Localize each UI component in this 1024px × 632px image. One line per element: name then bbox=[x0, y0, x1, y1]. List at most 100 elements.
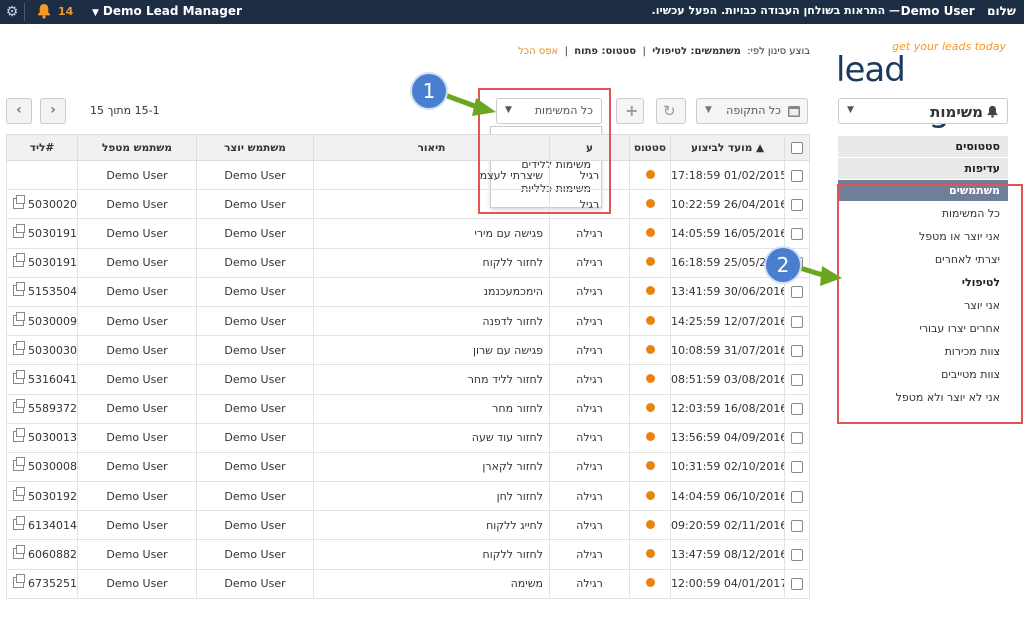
sidebar-item-all-tasks[interactable]: כל המשימות bbox=[838, 202, 1008, 225]
description-cell[interactable]: לחזור לחן bbox=[313, 481, 550, 512]
copy-icon[interactable] bbox=[13, 486, 25, 501]
copy-icon[interactable] bbox=[13, 340, 25, 355]
row-checkbox[interactable] bbox=[791, 198, 803, 211]
description-cell[interactable]: פגישה עם שרון bbox=[313, 335, 550, 366]
refresh-button[interactable]: ↻ bbox=[656, 98, 686, 124]
lead-cell[interactable]: 6060882 bbox=[6, 539, 78, 570]
column-header-due[interactable]: ▲ מועד לביצוע bbox=[670, 134, 785, 161]
bell-icon[interactable] bbox=[36, 3, 52, 19]
column-header-status[interactable]: סטטוס bbox=[629, 134, 671, 161]
gear-icon[interactable]: ⚙ bbox=[4, 4, 20, 20]
sidebar-section-users[interactable]: משתמשים bbox=[838, 180, 1008, 202]
description-cell[interactable]: לחזור לליד מחר bbox=[313, 364, 550, 395]
column-header-description[interactable]: תיאור bbox=[313, 134, 550, 161]
lead-cell[interactable]: 5316041 bbox=[6, 364, 78, 395]
row-checkbox[interactable] bbox=[791, 432, 803, 445]
copy-icon[interactable] bbox=[13, 457, 25, 472]
lead-cell[interactable]: 5030191 bbox=[6, 218, 78, 249]
row-checkbox[interactable] bbox=[791, 227, 803, 240]
row-checkbox[interactable] bbox=[791, 403, 803, 416]
lead-cell[interactable]: 5030191 bbox=[6, 247, 78, 278]
table-row[interactable]: 5030008 Demo User Demo User לחזור לקארן רגיל… bbox=[6, 451, 810, 483]
task-type-select[interactable]: ▼ כל המשימות bbox=[496, 98, 602, 124]
copy-icon[interactable] bbox=[13, 194, 25, 209]
description-cell[interactable]: משימה bbox=[313, 568, 550, 599]
sidebar-item-created-for-others[interactable]: יצרתי לאחרים bbox=[838, 248, 1008, 271]
lead-id[interactable]: 5030191 bbox=[28, 227, 77, 240]
row-checkbox[interactable] bbox=[791, 373, 803, 386]
copy-icon[interactable] bbox=[13, 428, 25, 443]
lead-cell[interactable]: 5030008 bbox=[6, 451, 78, 483]
sidebar-item-i-created[interactable]: אני יוצר bbox=[838, 294, 1008, 317]
lead-id[interactable]: 5030192 bbox=[28, 490, 77, 503]
prev-page-button[interactable]: ‹ bbox=[6, 98, 32, 124]
lead-id[interactable]: 5030008 bbox=[28, 460, 77, 473]
lead-cell[interactable]: 6735251 bbox=[6, 568, 78, 599]
row-checkbox[interactable] bbox=[791, 578, 803, 591]
column-header-handler[interactable]: משתמש מטפל bbox=[77, 134, 197, 161]
next-page-button[interactable]: › bbox=[40, 98, 66, 124]
table-row[interactable]: 5589372 Demo User Demo User לחזור מחר רגילה 1… bbox=[6, 393, 810, 424]
lead-id[interactable]: 5589372 bbox=[28, 402, 77, 415]
lead-id[interactable]: 6134014 bbox=[28, 519, 77, 532]
lead-id[interactable]: 5316041 bbox=[28, 373, 77, 386]
lead-cell[interactable]: 5030020 bbox=[6, 189, 78, 220]
table-row[interactable]: Demo User Demo User שיצרתי לעצמי רגיל 17:18:… bbox=[6, 159, 810, 191]
copy-icon[interactable] bbox=[13, 545, 25, 560]
copy-icon[interactable] bbox=[13, 369, 25, 384]
table-row[interactable]: 6060882 Demo User Demo User לחזור ללקוח רגיל… bbox=[6, 539, 810, 570]
add-task-button[interactable]: + bbox=[616, 98, 644, 124]
column-header-type[interactable]: ע bbox=[549, 134, 630, 161]
lead-id[interactable]: 5030030 bbox=[28, 344, 77, 357]
description-cell[interactable]: לחזור לקארן bbox=[313, 451, 550, 483]
column-header-lead[interactable]: #ליד bbox=[6, 134, 78, 161]
row-checkbox[interactable] bbox=[791, 169, 803, 182]
row-checkbox[interactable] bbox=[791, 549, 803, 562]
table-row[interactable]: 5030191 Demo User Demo User פגישה עם מירי רג… bbox=[6, 218, 810, 249]
copy-icon[interactable] bbox=[13, 515, 25, 530]
lead-cell[interactable]: 5153504 bbox=[6, 276, 78, 307]
description-cell[interactable]: לחזור מחר bbox=[313, 393, 550, 424]
table-row[interactable]: 6735251 Demo User Demo User משימה רגילה 12:00… bbox=[6, 568, 810, 599]
period-select[interactable]: ▼ כל התקופה bbox=[696, 98, 808, 124]
description-cell[interactable]: לחזור ללקוח bbox=[313, 539, 550, 570]
lead-id[interactable]: 5030009 bbox=[28, 315, 77, 328]
description-cell[interactable]: לחזור לדפנה bbox=[313, 305, 550, 337]
sidebar-section-priorities[interactable]: עדיפות bbox=[838, 158, 1008, 180]
lead-id[interactable]: 5030191 bbox=[28, 256, 77, 269]
lead-id[interactable]: 6735251 bbox=[28, 577, 77, 590]
lead-cell[interactable]: 5030009 bbox=[6, 305, 78, 337]
user-name[interactable]: Demo User bbox=[901, 4, 975, 18]
clear-filters-link[interactable]: אפס הכל bbox=[518, 46, 558, 57]
sidebar-item-my-handling[interactable]: לטיפולי bbox=[838, 271, 1008, 294]
table-row[interactable]: 5030013 Demo User Demo User לחזור עוד שעה רג… bbox=[6, 422, 810, 453]
sidebar-item-neither[interactable]: אני לא יוצר ולא מטפל bbox=[838, 386, 1008, 409]
sidebar-item-others-created-for-me[interactable]: אחרים יצרו עבורי bbox=[838, 317, 1008, 340]
description-cell[interactable] bbox=[313, 189, 550, 220]
row-checkbox[interactable] bbox=[791, 344, 803, 357]
copy-icon[interactable] bbox=[13, 253, 25, 268]
copy-icon[interactable] bbox=[13, 223, 25, 238]
table-row[interactable]: 5153504 Demo User Demo User הימכמעכנמנ רגילה… bbox=[6, 276, 810, 307]
description-cell[interactable]: לחזור עוד שעה bbox=[313, 422, 550, 453]
sidebar-item-creator-or-handler[interactable]: אני יוצר או מטפל bbox=[838, 225, 1008, 248]
select-all-checkbox[interactable] bbox=[791, 141, 803, 154]
lead-cell[interactable]: 6134014 bbox=[6, 510, 78, 541]
table-row[interactable]: 5316041 Demo User Demo User לחזור לליד מחר ר… bbox=[6, 364, 810, 395]
lead-cell[interactable]: 5030030 bbox=[6, 335, 78, 366]
account-switcher[interactable]: ▼ Demo Lead Manager bbox=[92, 4, 242, 18]
copy-icon[interactable] bbox=[13, 311, 25, 326]
row-checkbox[interactable] bbox=[791, 461, 803, 474]
sidebar-section-statuses[interactable]: סטטוסים bbox=[838, 136, 1008, 158]
lead-id[interactable]: 5030020 bbox=[28, 198, 77, 211]
notifications-notice[interactable]: — התראות בשולחן העבודה כבויות. הפעל עכשי… bbox=[652, 4, 900, 17]
lead-id[interactable]: 5030013 bbox=[28, 431, 77, 444]
lead-cell[interactable]: 5589372 bbox=[6, 393, 78, 424]
table-row[interactable]: 6134014 Demo User Demo User לחייג ללקוח רגיל… bbox=[6, 510, 810, 541]
lead-id[interactable]: 5153504 bbox=[28, 285, 77, 298]
table-row[interactable]: 5030192 Demo User Demo User לחזור לחן רגילה 1… bbox=[6, 481, 810, 512]
sidebar-item-retention-team[interactable]: צוות מטייבים bbox=[838, 363, 1008, 386]
lead-cell[interactable]: 5030192 bbox=[6, 481, 78, 512]
description-cell[interactable]: לחזור ללקוח bbox=[313, 247, 550, 278]
table-row[interactable]: 5030030 Demo User Demo User פגישה עם שרון רג… bbox=[6, 335, 810, 366]
